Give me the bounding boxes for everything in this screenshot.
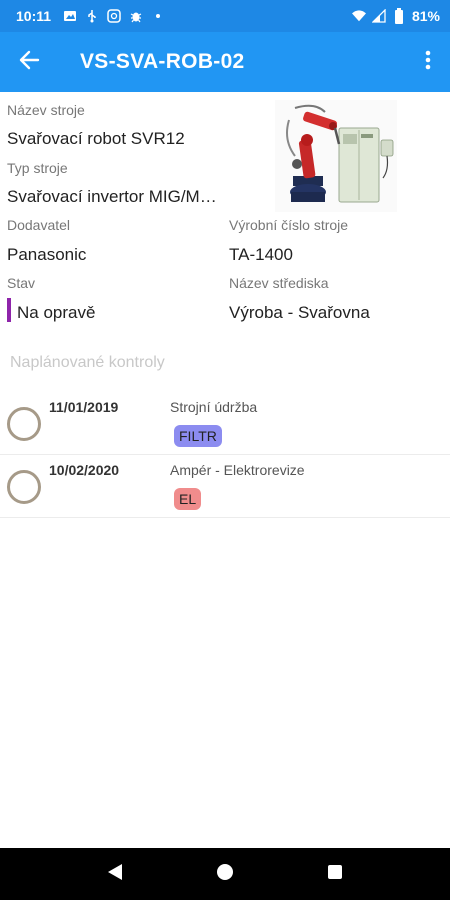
machine-details: Název stroje Svařovací robot SVR12 Typ s… [0,92,450,332]
serial-number-value: TA-1400 [229,245,293,264]
cast-icon [107,9,121,23]
nav-back-icon [107,863,123,886]
inspection-tag: FILTR [174,425,222,447]
machine-type-label: Typ stroje [7,160,68,176]
planned-inspections-heading: Naplánované kontroly [10,354,165,371]
nav-home-button[interactable] [205,854,245,894]
battery-icon [392,8,406,24]
machine-photo[interactable] [275,100,397,212]
state-indicator [7,298,11,322]
machine-name-value: Svařovací robot SVR12 [7,129,185,148]
nav-home-icon [215,862,235,887]
inspection-row[interactable]: 10/02/2020 Ampér - Elektrorevize EL [0,456,450,518]
supplier-value: Panasonic [7,245,87,264]
dot-icon [151,9,165,23]
inspection-tag: EL [174,488,202,510]
status-right: 81% [351,8,440,24]
inspection-date: 10/02/2020 [49,462,120,478]
center-name-value: Výroba - Svařovna [229,303,370,322]
bug-icon [129,9,143,23]
inspection-status-circle[interactable] [7,470,41,504]
machine-name-label: Název stroje [7,102,85,118]
status-bar: 10:11 81% [0,0,450,32]
signal-icon [371,9,386,23]
supplier-label: Dodavatel [7,217,71,233]
usb-icon [85,9,99,23]
serial-number-label: Výrobní číslo stroje [229,217,349,233]
state-value: Na opravě [17,303,96,322]
nav-back-button[interactable] [95,854,135,894]
inspection-type: Strojní údržba [170,399,258,415]
inspection-status-circle[interactable] [7,407,41,441]
inspection-type: Ampér - Elektrorevize [170,462,305,478]
nav-recents-icon [327,864,343,885]
system-nav-bar [0,848,450,900]
arrow-back-icon [18,49,40,76]
state-label: Stav [7,275,36,291]
image-icon [63,9,77,23]
nav-recents-button[interactable] [315,854,355,894]
center-name-label: Název střediska [229,275,329,291]
wifi-icon [351,9,366,23]
page-title: VS-SVA-ROB-02 [80,50,245,73]
back-button[interactable] [0,32,58,92]
more-vert-icon [425,50,431,75]
app-bar: VS-SVA-ROB-02 [0,32,450,92]
machine-type-value: Svařovací invertor MIG/M… [7,187,217,206]
status-left: 10:11 [16,8,165,24]
inspection-row[interactable]: 11/01/2019 Strojní údržba FILTR [0,393,450,455]
overflow-menu-button[interactable] [406,32,450,92]
status-time: 10:11 [16,8,52,24]
inspection-date: 11/01/2019 [49,399,119,415]
battery-level: 81% [411,8,440,24]
